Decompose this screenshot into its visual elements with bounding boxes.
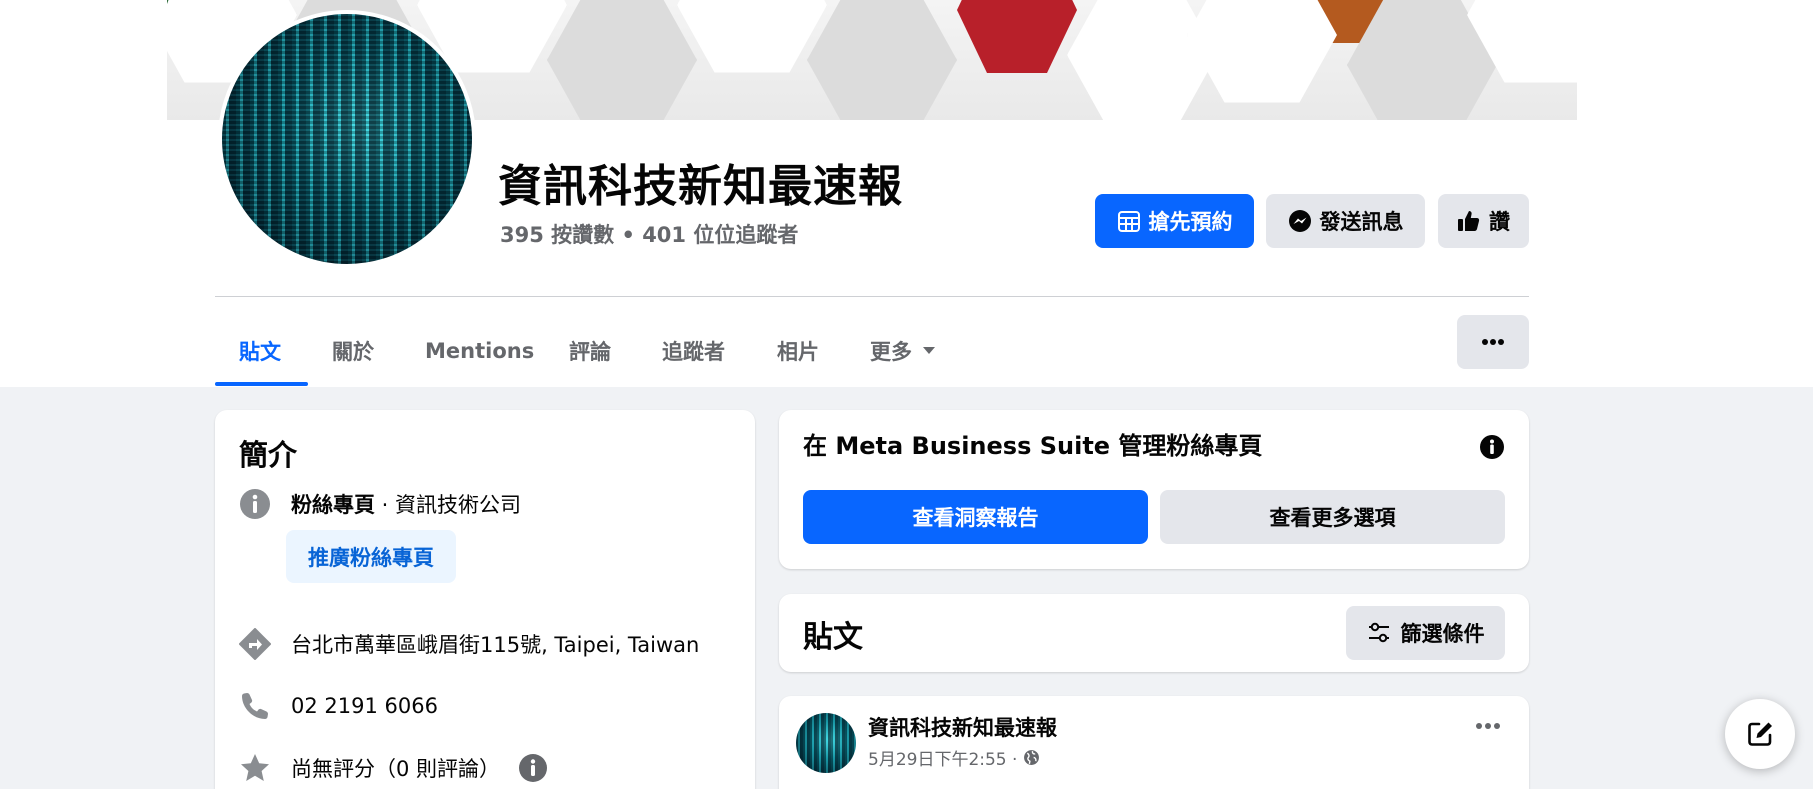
business-suite-title: 在 Meta Business Suite 管理粉絲專頁 [803, 432, 1263, 460]
profile-picture[interactable] [218, 10, 476, 268]
page-category-row: 粉絲專頁 · 資訊技術公司 [239, 488, 521, 520]
post-meta: 5月29日下午2:55 · [868, 745, 1040, 770]
compose-message-button[interactable] [1725, 699, 1795, 769]
page-category: 粉絲專頁 · 資訊技術公司 [291, 489, 521, 519]
cover-hexagon [677, 0, 827, 73]
tab-more[interactable]: 更多 [870, 316, 936, 386]
send-message-button[interactable]: 發送訊息 [1266, 194, 1425, 248]
thumbs-up-icon [1458, 211, 1480, 231]
rating-row: 尚無評分（0 則評論） [239, 752, 548, 784]
post-author-name[interactable]: 資訊科技新知最速報 [868, 712, 1057, 742]
filter-sliders-icon [1368, 622, 1389, 643]
business-suite-card: 在 Meta Business Suite 管理粉絲專頁 查看洞察報告 查看更多… [779, 410, 1529, 569]
more-options-button[interactable] [1457, 315, 1529, 369]
promote-page-button[interactable]: 推廣粉絲專頁 [286, 530, 456, 583]
info-icon [240, 489, 270, 519]
info-icon[interactable] [1479, 434, 1505, 460]
phone-icon [242, 693, 268, 719]
page-stats[interactable]: 395 按讚數 • 401 位位追蹤者 [500, 219, 798, 249]
cover-hexagon [547, 0, 697, 120]
view-more-options-button[interactable]: 查看更多選項 [1160, 490, 1505, 544]
tab-posts[interactable]: 貼文 [239, 316, 281, 386]
rating-text: 尚無評分（0 則評論） [291, 757, 501, 781]
post-timestamp[interactable]: 5月29日下午2:55 · [868, 745, 1017, 770]
like-label: 讚 [1489, 210, 1510, 234]
more-dots-icon [1482, 339, 1504, 345]
phone-row: 02 2191 6066 [239, 690, 438, 722]
page-category-name: · 資訊技術公司 [375, 493, 522, 517]
calendar-icon [1117, 211, 1140, 232]
book-now-label: 搶先預約 [1148, 210, 1233, 234]
tab-reviews[interactable]: 評論 [569, 316, 611, 386]
view-insights-button[interactable]: 查看洞察報告 [803, 490, 1148, 544]
intro-card: 簡介 粉絲專頁 · 資訊技術公司 推廣粉絲專頁 台北市萬華區峨眉街115號, T… [215, 410, 755, 789]
tab-photos[interactable]: 相片 [777, 316, 819, 386]
cover-hexagon [957, 0, 1077, 73]
like-button[interactable]: 讚 [1438, 194, 1529, 248]
rating-info-icon[interactable] [518, 753, 548, 783]
posts-header-card: 貼文 篩選條件 [779, 594, 1529, 672]
page-title: 資訊科技新知最速報 [498, 161, 903, 212]
globe-icon [1024, 750, 1040, 765]
address-text[interactable]: 台北市萬華區峨眉街115號, Taipei, Taiwan [291, 629, 699, 659]
filter-label: 篩選條件 [1400, 622, 1485, 646]
page-category-type: 粉絲專頁 [291, 493, 375, 517]
post-card: 資訊科技新知最速報 5月29日下午2:55 · [779, 696, 1529, 789]
cover-hexagon [1187, 0, 1337, 103]
star-icon [241, 754, 269, 781]
caret-down-icon [923, 347, 935, 354]
intro-title: 簡介 [239, 438, 298, 472]
address-row: 台北市萬華區峨眉街115號, Taipei, Taiwan [239, 628, 699, 660]
tab-followers[interactable]: 追蹤者 [662, 316, 725, 386]
messenger-icon [1288, 210, 1311, 232]
post-options-icon[interactable] [1475, 722, 1501, 730]
page-header: 資訊科技新知最速報 395 按讚數 • 401 位位追蹤者 搶先預約 發送訊息 … [0, 0, 1813, 387]
tab-mentions[interactable]: Mentions [425, 316, 534, 386]
tab-about[interactable]: 關於 [332, 316, 374, 386]
directions-icon [239, 628, 271, 660]
cover-hexagon [1067, 0, 1217, 120]
book-now-button[interactable]: 搶先預約 [1095, 194, 1254, 248]
compose-icon [1748, 722, 1772, 746]
posts-title: 貼文 [803, 620, 863, 655]
phone-text[interactable]: 02 2191 6066 [291, 694, 438, 718]
filter-button[interactable]: 篩選條件 [1346, 606, 1505, 660]
cover-hexagon [807, 0, 957, 120]
tab-more-label: 更多 [870, 340, 912, 364]
send-message-label: 發送訊息 [1319, 210, 1404, 234]
header-divider [215, 296, 1529, 297]
post-author-avatar[interactable] [796, 713, 856, 773]
active-tab-indicator [215, 382, 308, 386]
